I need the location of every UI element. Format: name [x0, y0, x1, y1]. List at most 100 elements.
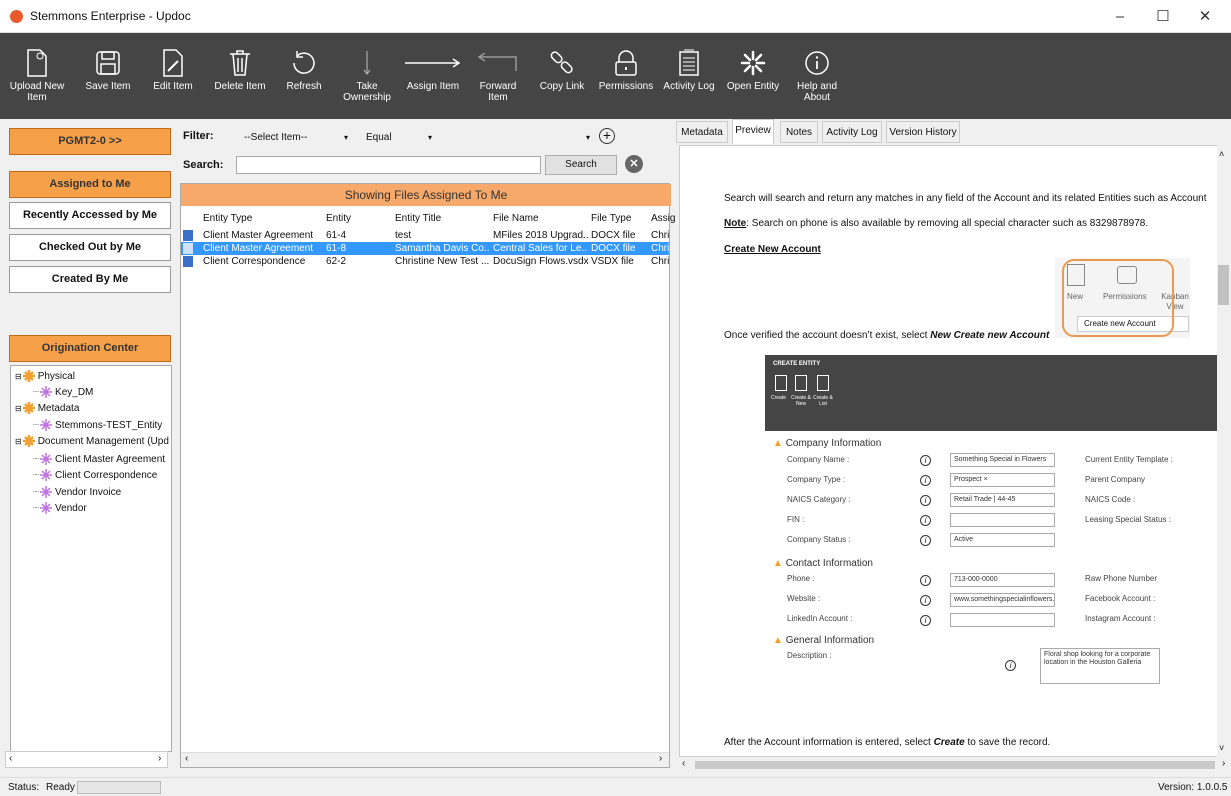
trash-icon — [225, 47, 255, 79]
filter-operator-select[interactable]: Equal ▾ — [358, 128, 436, 147]
refresh-icon — [289, 47, 319, 79]
column-header-entity-type[interactable]: Entity Type — [203, 213, 252, 224]
column-header-file-type[interactable]: File Type — [591, 213, 631, 224]
forward-icon — [475, 47, 521, 79]
scrollbar-thumb[interactable] — [695, 761, 1215, 769]
scroll-down-icon[interactable]: ˅ — [1219, 743, 1224, 753]
progress-bar — [77, 781, 161, 794]
refresh-button[interactable]: Refresh — [280, 33, 328, 119]
create-new-account-link[interactable]: Create New Account — [724, 244, 821, 255]
table-row[interactable]: Client Master Agreement 61-4 test MFiles… — [181, 229, 669, 242]
table-row-selected[interactable]: Client Master Agreement 61-8 Samantha Da… — [181, 242, 669, 255]
column-header-assigned[interactable]: Assig — [651, 213, 675, 224]
activity-log-button[interactable]: Activity Log — [660, 33, 718, 119]
tab-activity-log[interactable]: Activity Log — [822, 121, 882, 143]
preview-document: Search will search and return any matche… — [679, 145, 1219, 757]
status-label: Status: — [8, 782, 40, 793]
column-header-file-name[interactable]: File Name — [493, 213, 539, 224]
pgmt-button[interactable]: PGMT2-0 >> — [9, 128, 171, 155]
delete-item-button[interactable]: Delete Item — [208, 33, 272, 119]
scroll-left-icon[interactable]: ‹ — [185, 753, 188, 764]
maximize-button[interactable]: ☐ — [1143, 4, 1183, 30]
save-item-button[interactable]: Save Item — [78, 33, 138, 119]
docx-file-icon — [183, 243, 193, 254]
scroll-up-icon[interactable]: ˄ — [1219, 149, 1224, 159]
status-value: Ready — [46, 782, 75, 793]
entity-star-icon — [22, 401, 36, 415]
info-icon: i — [920, 455, 931, 466]
left-panel: PGMT2-0 >> Assigned to Me Recently Acces… — [5, 125, 174, 773]
upload-icon — [22, 47, 52, 79]
upload-new-item-button[interactable]: Upload New Item — [8, 33, 66, 119]
tree-node-vendor[interactable]: ┈ Vendor — [33, 501, 87, 517]
create-icon — [775, 375, 787, 391]
recently-accessed-button[interactable]: Recently Accessed by Me — [9, 202, 171, 229]
created-by-me-button[interactable]: Created By Me — [9, 266, 171, 293]
info-icon: i — [920, 495, 931, 506]
tree-node-key-dm[interactable]: ┈ Key_DM — [33, 385, 93, 401]
checked-out-button[interactable]: Checked Out by Me — [9, 234, 171, 261]
copy-link-button[interactable]: Copy Link — [532, 33, 592, 119]
assigned-to-me-button[interactable]: Assigned to Me — [9, 171, 171, 198]
tab-preview[interactable]: Preview — [732, 119, 774, 144]
table-row[interactable]: Client Correspondence 62-2 Christine New… — [181, 255, 669, 268]
column-header-entity[interactable]: Entity — [326, 213, 351, 224]
tab-version-history[interactable]: Version History — [886, 121, 960, 143]
entity-tree: ⊟ Physical ┈ Key_DM ⊟ Metadata ┈ Stemmons-TE… — [10, 365, 172, 752]
search-button[interactable]: Search — [545, 155, 617, 175]
clear-search-icon[interactable]: ✕ — [625, 155, 643, 173]
minimize-button[interactable]: – — [1100, 4, 1140, 30]
tree-horizontal-scrollbar[interactable]: ‹ › — [5, 751, 168, 768]
info-icon: i — [920, 535, 931, 546]
column-header-entity-title[interactable]: Entity Title — [395, 213, 441, 224]
open-entity-button[interactable]: Open Entity — [722, 33, 784, 119]
entity-icon — [738, 47, 768, 79]
preview-vertical-scrollbar[interactable]: ˄ ˅ — [1217, 145, 1230, 757]
arrow-right-icon — [402, 47, 464, 79]
preview-horizontal-scrollbar[interactable]: ‹ › — [679, 758, 1230, 772]
entity-star-icon — [39, 452, 53, 466]
search-input[interactable] — [236, 156, 541, 174]
preview-note: Note: Search on phone is also available … — [724, 218, 1149, 229]
info-icon: i — [1005, 660, 1016, 671]
grid-horizontal-scrollbar[interactable]: ‹ › — [181, 752, 669, 767]
tree-node-physical[interactable]: ⊟ Physical — [15, 369, 75, 385]
create-list-icon — [817, 375, 829, 391]
tree-node-client-master-agreement[interactable]: ┈ Client Master Agreement — [33, 452, 165, 468]
info-icon: i — [920, 615, 931, 626]
add-filter-icon[interactable]: + — [599, 128, 615, 144]
edit-item-button[interactable]: Edit Item — [146, 33, 200, 119]
version-label: Version: 1.0.0.5 — [1158, 782, 1228, 793]
filter-label: Filter: — [183, 130, 214, 142]
forward-item-button[interactable]: Forward Item — [470, 33, 526, 119]
permissions-button[interactable]: Permissions — [596, 33, 656, 119]
help-and-about-button[interactable]: Help and About — [790, 33, 844, 119]
scroll-right-icon[interactable]: › — [659, 753, 662, 764]
origination-center-button[interactable]: Origination Center — [9, 335, 171, 362]
tree-node-vendor-invoice[interactable]: ┈ Vendor Invoice — [33, 485, 121, 501]
tree-node-stemmons-test[interactable]: ┈ Stemmons-TEST_Entity — [33, 418, 162, 434]
filter-value-select[interactable]: ▾ — [440, 128, 594, 147]
entity-star-icon — [39, 418, 53, 432]
scroll-right-icon[interactable]: › — [1222, 758, 1225, 769]
scrollbar-thumb[interactable] — [1218, 265, 1229, 305]
tree-node-document-management[interactable]: ⊟ Document Management (Upd — [15, 434, 169, 450]
take-ownership-button[interactable]: Take Ownership — [336, 33, 398, 119]
scroll-left-icon[interactable]: ‹ — [682, 758, 685, 769]
entity-star-icon — [39, 485, 53, 499]
tab-notes[interactable]: Notes — [780, 121, 818, 143]
assign-item-button[interactable]: Assign Item — [400, 33, 466, 119]
tree-node-metadata[interactable]: ⊟ Metadata — [15, 401, 79, 417]
tab-metadata[interactable]: Metadata — [676, 121, 728, 143]
scroll-right-icon[interactable]: › — [158, 753, 161, 764]
info-icon: i — [920, 595, 931, 606]
close-button[interactable]: ✕ — [1185, 4, 1225, 30]
window-title: Stemmons Enterprise - Updoc — [30, 9, 191, 23]
status-bar: Status: Ready Version: 1.0.0.5 — [0, 777, 1231, 796]
entity-star-icon — [39, 468, 53, 482]
section-general-info: ▲ General Information — [773, 635, 875, 646]
scroll-left-icon[interactable]: ‹ — [9, 753, 12, 764]
title-bar: Stemmons Enterprise - Updoc – ☐ ✕ — [0, 0, 1231, 33]
tree-node-client-correspondence[interactable]: ┈ Client Correspondence — [33, 468, 157, 484]
filter-field-select[interactable]: --Select Item-- ▾ — [236, 128, 356, 147]
